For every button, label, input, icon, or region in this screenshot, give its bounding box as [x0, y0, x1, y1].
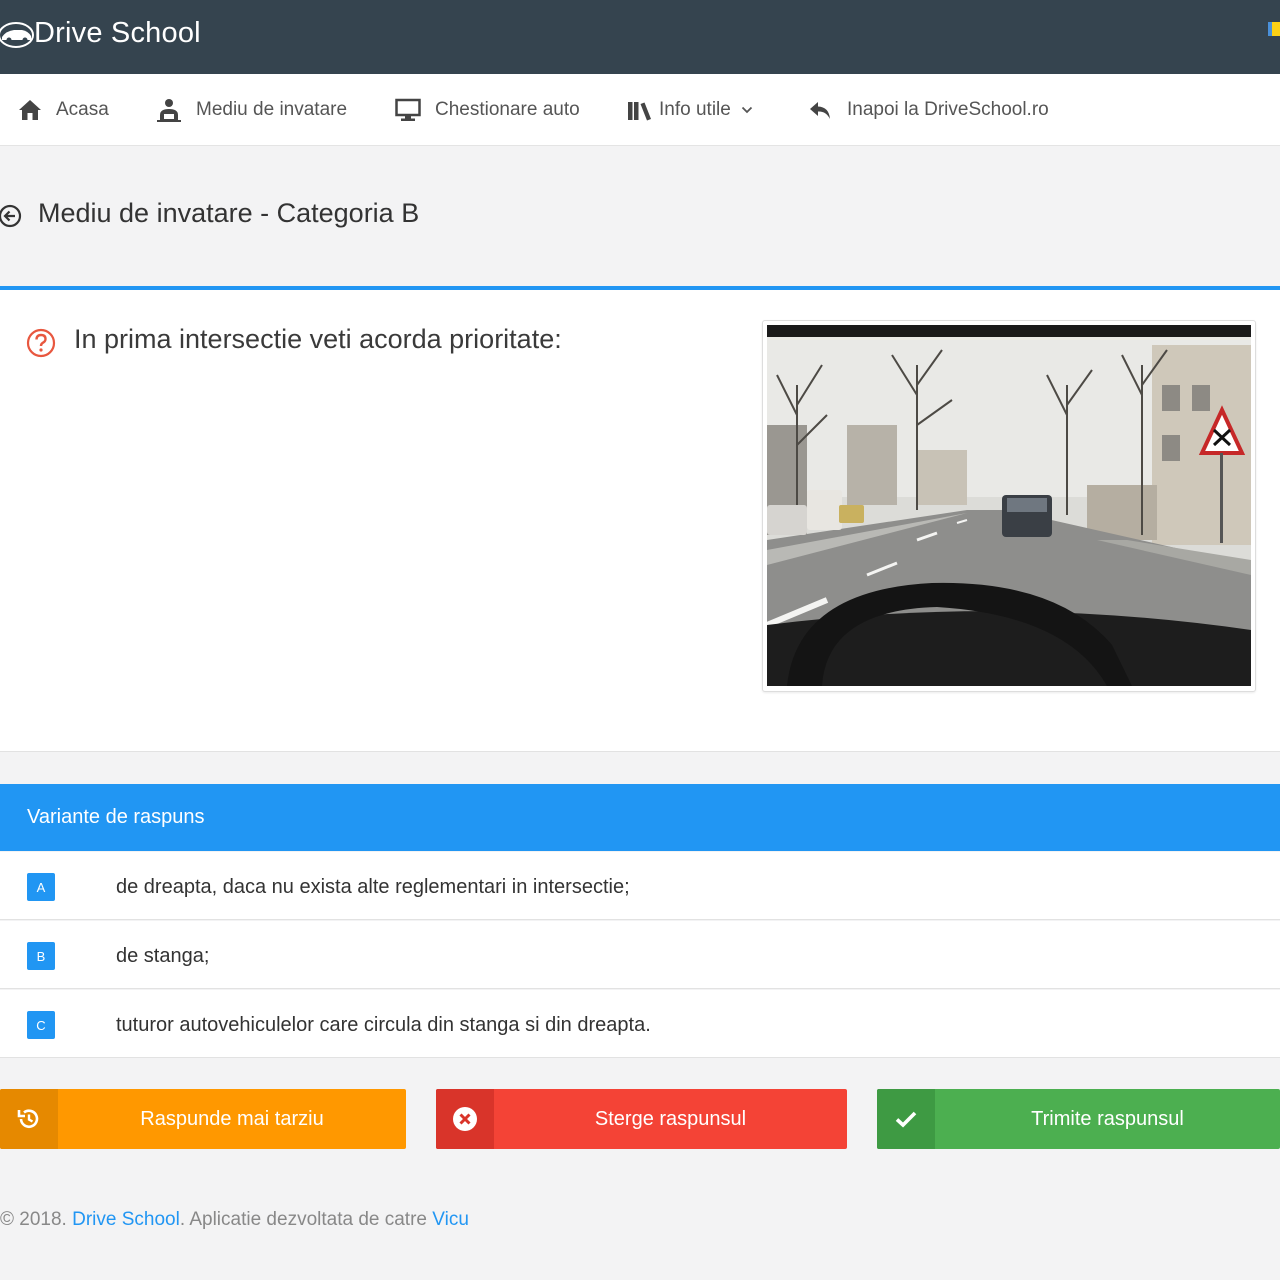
footer-credit-text: . Aplicatie dezvoltata de catre [179, 1209, 427, 1230]
answers-title: Variante de raspuns [27, 806, 205, 828]
main-navbar: Acasa Mediu de invatare Chestionare auto… [0, 74, 1280, 146]
nav-item-mediu[interactable]: Mediu de invatare [156, 74, 347, 146]
question-text: In prima intersectie veti acorda priorit… [74, 324, 562, 354]
answer-later-label: Raspunde mai tarziu [140, 1107, 324, 1130]
nav-label-acasa: Acasa [56, 99, 109, 120]
submit-answer-button[interactable]: Trimite raspunsul [877, 1089, 1280, 1149]
answer-later-button[interactable]: Raspunde mai tarziu [0, 1089, 406, 1149]
clear-answer-label: Sterge raspunsul [594, 1107, 747, 1130]
learner-icon [157, 99, 181, 122]
question-circle-icon [26, 328, 56, 358]
nav-item-acasa[interactable]: Acasa [18, 74, 109, 146]
close-circle-icon [453, 1107, 477, 1131]
submit-answer-label: Trimite raspunsul [1031, 1107, 1184, 1130]
reply-icon [810, 102, 830, 119]
footer-brand-link[interactable]: Drive School [72, 1209, 180, 1230]
answer-option-a[interactable]: A de dreapta, daca nu exista alte reglem… [0, 852, 1280, 920]
back-arrow-icon[interactable] [0, 204, 22, 228]
brand-name: Drive School [34, 16, 201, 49]
nav-label-chestionare: Chestionare auto [435, 99, 580, 120]
car-logo-icon [0, 22, 34, 48]
nav-label-inapoi: Inapoi la DriveSchool.ro [847, 99, 1049, 120]
answer-letter-badge: B [27, 942, 55, 970]
page-title: Mediu de invatare - Categoria B [38, 198, 420, 228]
nav-label-mediu: Mediu de invatare [196, 99, 348, 120]
answer-text: de stanga; [116, 945, 210, 967]
nav-item-inapoi[interactable]: Inapoi la DriveSchool.ro [809, 74, 1049, 146]
clear-answer-button[interactable]: Sterge raspunsul [436, 1089, 847, 1149]
check-icon [895, 1111, 917, 1128]
footer: © 2018. Drive School. Aplicatie dezvolta… [0, 1209, 469, 1231]
nav-item-info-utile[interactable]: Info utile [627, 74, 753, 146]
brand-logo[interactable]: Drive School [0, 10, 201, 56]
answer-option-c[interactable]: C tuturor autovehiculelor care circula d… [0, 990, 1280, 1058]
footer-author-link[interactable]: Vicu [432, 1209, 469, 1230]
top-bar: Drive School [0, 0, 1280, 74]
chevron-down-icon [741, 106, 752, 114]
answer-text: de dreapta, daca nu exista alte reglemen… [116, 876, 630, 898]
answer-letter-badge: A [27, 873, 55, 901]
history-icon [17, 1109, 39, 1128]
driving-scene-image [767, 325, 1251, 686]
answer-option-b[interactable]: B de stanga; [0, 921, 1280, 989]
close-icon-box [436, 1089, 494, 1149]
monitor-icon [395, 98, 421, 121]
nav-item-chestionare[interactable]: Chestionare auto [395, 74, 580, 146]
check-icon-box [877, 1089, 935, 1149]
home-icon [19, 100, 41, 120]
nav-label-info-utile: Info utile [659, 99, 731, 120]
answer-letter-badge: C [27, 1011, 55, 1039]
history-icon-box [0, 1089, 58, 1149]
footer-copyright: © 2018. [0, 1209, 67, 1230]
library-icon [628, 102, 651, 121]
language-flag-icon[interactable] [1268, 22, 1280, 36]
answer-text: tuturor autovehiculelor care circula din… [116, 1014, 651, 1036]
